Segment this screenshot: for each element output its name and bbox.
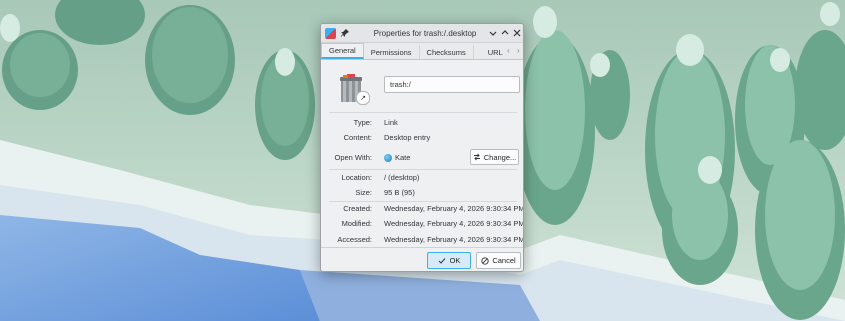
file-name-input[interactable]: trash:/ bbox=[384, 76, 520, 93]
close-icon[interactable] bbox=[511, 27, 522, 38]
tab-checksums[interactable]: Checksums bbox=[420, 45, 474, 59]
kate-icon bbox=[384, 154, 392, 163]
size-value: 95 B (95) bbox=[384, 188, 415, 197]
cancel-icon bbox=[481, 256, 489, 265]
cancel-button-label: Cancel bbox=[492, 256, 516, 265]
properties-dialog: Properties for trash:/.desktop General P… bbox=[320, 23, 524, 272]
accessed-value: Wednesday, February 4, 2026 9:30:34 PM bbox=[384, 235, 524, 244]
tab-scroll-right-icon[interactable]: › bbox=[517, 46, 520, 55]
type-row: Type: Link bbox=[321, 118, 523, 130]
checkmark-icon bbox=[438, 257, 445, 264]
tab-scroll-left-icon[interactable]: ‹ bbox=[507, 46, 510, 55]
minimize-icon[interactable] bbox=[487, 27, 498, 38]
change-button[interactable]: Change... bbox=[470, 149, 519, 165]
cancel-button[interactable]: Cancel bbox=[476, 252, 521, 269]
accessed-label: Accessed: bbox=[337, 235, 372, 244]
change-button-label: Change... bbox=[483, 152, 517, 162]
footer-separator bbox=[321, 247, 523, 248]
location-label: Location: bbox=[341, 173, 372, 182]
separator bbox=[329, 201, 517, 202]
maximize-icon[interactable] bbox=[499, 27, 510, 38]
separator bbox=[329, 112, 517, 113]
type-value: Link bbox=[384, 118, 398, 127]
size-row: Size: 95 B (95) bbox=[321, 188, 523, 200]
location-value: / (desktop) bbox=[384, 173, 420, 182]
type-label: Type: bbox=[353, 118, 372, 127]
dolphin-app-icon bbox=[325, 27, 336, 39]
ok-button-label: OK bbox=[449, 256, 461, 265]
created-value: Wednesday, February 4, 2026 9:30:34 PM bbox=[384, 204, 524, 213]
size-label: Size: bbox=[355, 188, 372, 197]
ok-button[interactable]: OK bbox=[427, 252, 471, 269]
accessed-row: Accessed: Wednesday, February 4, 2026 9:… bbox=[321, 235, 524, 247]
modified-label: Modified: bbox=[341, 219, 372, 228]
link-emblem-icon: ↗ bbox=[356, 91, 370, 105]
title-bar[interactable]: Properties for trash:/.desktop bbox=[321, 24, 523, 43]
tab-general[interactable]: General bbox=[321, 43, 364, 59]
tab-bar: General Permissions Checksums URL ‹ › bbox=[321, 43, 523, 60]
open-with-app: Kate bbox=[395, 153, 411, 162]
open-with-value: Kate bbox=[384, 153, 411, 163]
content-value: Desktop entry bbox=[384, 133, 431, 142]
open-with-label: Open With: bbox=[334, 153, 372, 162]
pin-icon[interactable] bbox=[340, 28, 350, 38]
tab-url[interactable]: URL bbox=[474, 45, 517, 59]
swap-icon bbox=[473, 153, 480, 161]
created-row: Created: Wednesday, February 4, 2026 9:3… bbox=[321, 204, 524, 216]
modified-value: Wednesday, February 4, 2026 9:30:34 PM bbox=[384, 219, 524, 228]
content-row: Content: Desktop entry bbox=[321, 133, 523, 145]
separator bbox=[329, 169, 517, 170]
modified-row: Modified: Wednesday, February 4, 2026 9:… bbox=[321, 219, 524, 231]
created-label: Created: bbox=[343, 204, 372, 213]
window-title: Properties for trash:/.desktop bbox=[373, 28, 477, 38]
location-row: Location: / (desktop) bbox=[321, 173, 523, 185]
tab-permissions[interactable]: Permissions bbox=[364, 45, 420, 59]
content-label: Content: bbox=[343, 133, 372, 142]
